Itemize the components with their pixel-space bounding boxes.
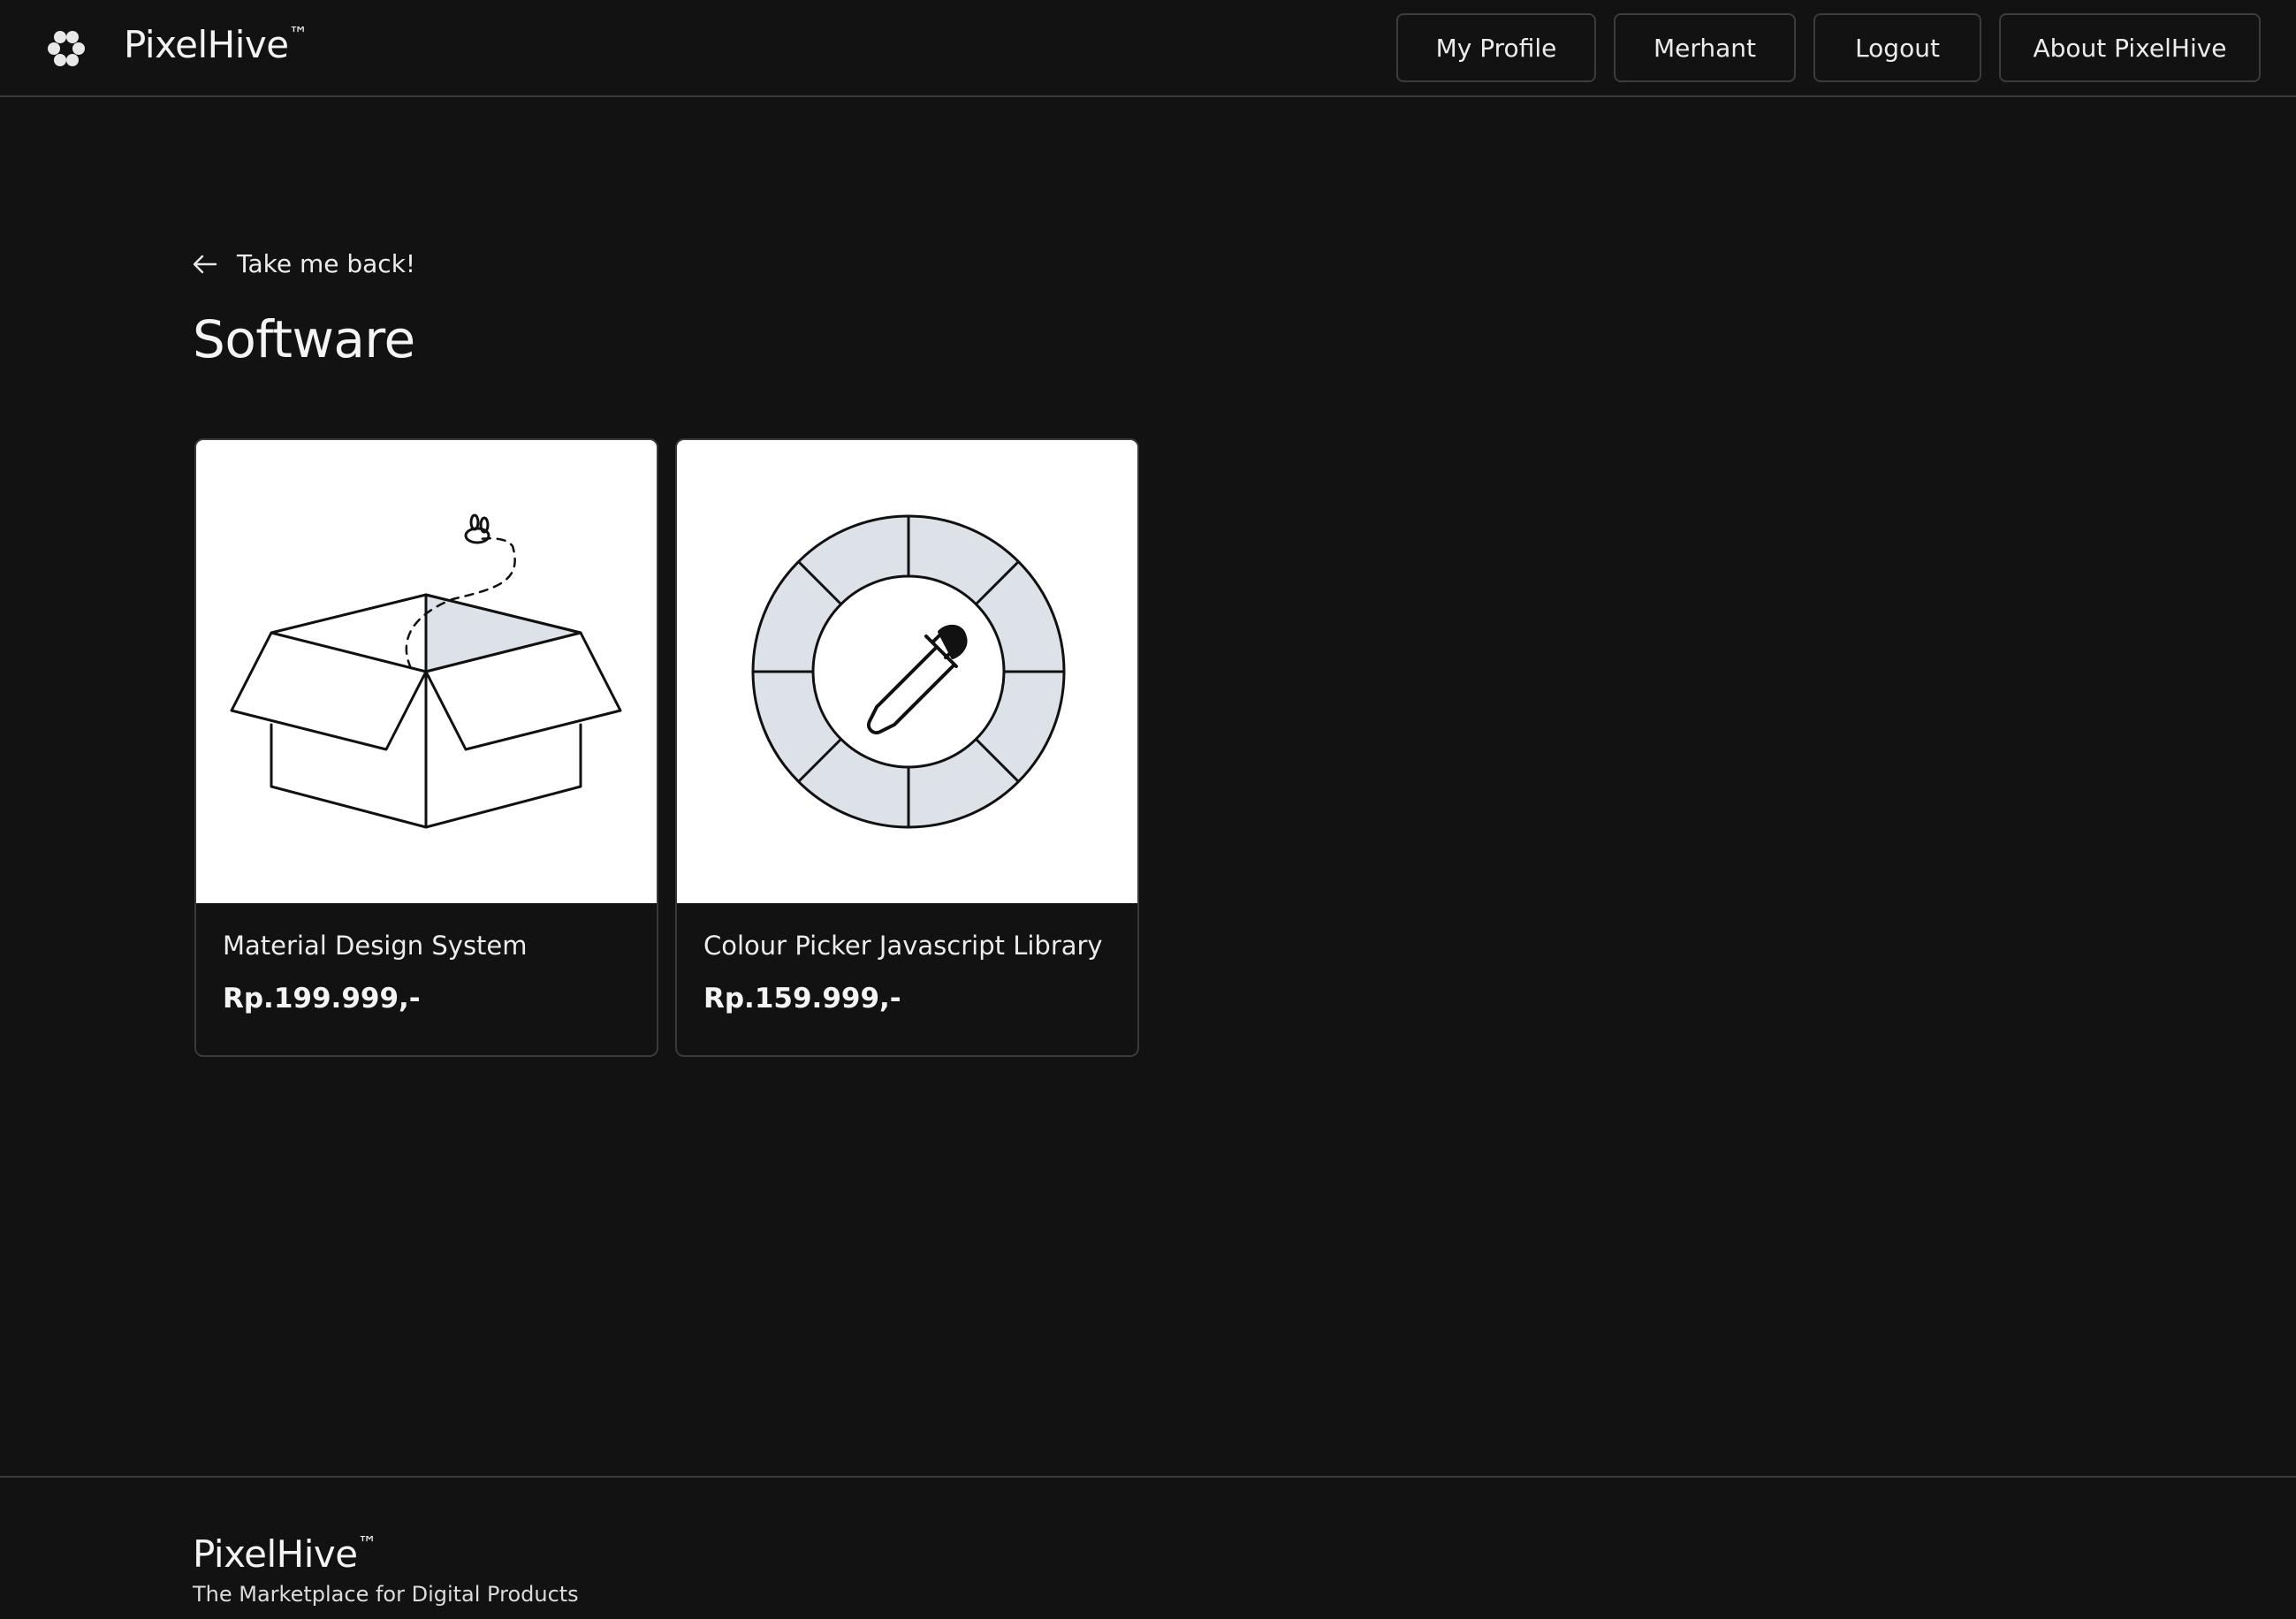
back-link-label: Take me back! [237, 249, 416, 278]
brand-text: PixelHive [124, 23, 289, 66]
product-image [196, 440, 657, 903]
footer-brand-text: PixelHive [193, 1532, 358, 1576]
footer-brand: PixelHive™ [193, 1532, 377, 1576]
merchant-button[interactable]: Merhant [1614, 13, 1796, 82]
open-box-illustration [230, 513, 622, 829]
page-title: Software [193, 309, 415, 369]
arrow-left-icon [193, 255, 217, 273]
product-card-material-design-system[interactable]: Material Design System Rp.199.999,- [194, 438, 658, 1057]
product-image [677, 440, 1137, 903]
my-profile-button[interactable]: My Profile [1396, 13, 1596, 82]
product-price: Rp.159.999,- [703, 983, 901, 1015]
product-card-colour-picker[interactable]: Colour Picker Javascript Library Rp.159.… [675, 438, 1139, 1057]
product-name: Colour Picker Javascript Library [703, 931, 1103, 961]
about-pixelhive-button[interactable]: About PixelHive [1999, 13, 2261, 82]
trademark-mark: ™ [288, 24, 308, 46]
footer-tagline: The Marketplace for Digital Products [193, 1582, 579, 1607]
product-price: Rp.199.999,- [223, 983, 421, 1015]
logout-button[interactable]: Logout [1813, 13, 1981, 82]
brand-name[interactable]: PixelHive™ [124, 23, 308, 66]
product-name: Material Design System [223, 931, 528, 961]
top-nav-bar: PixelHive™ My Profile Merhant Logout Abo… [0, 0, 2296, 97]
footer: PixelHive™ The Marketplace for Digital P… [0, 1476, 2296, 1619]
footer-trademark-mark: ™ [357, 1533, 377, 1555]
color-wheel-illustration [751, 514, 1066, 829]
back-link[interactable]: Take me back! [193, 249, 415, 278]
hive-logo-icon[interactable] [44, 27, 88, 71]
